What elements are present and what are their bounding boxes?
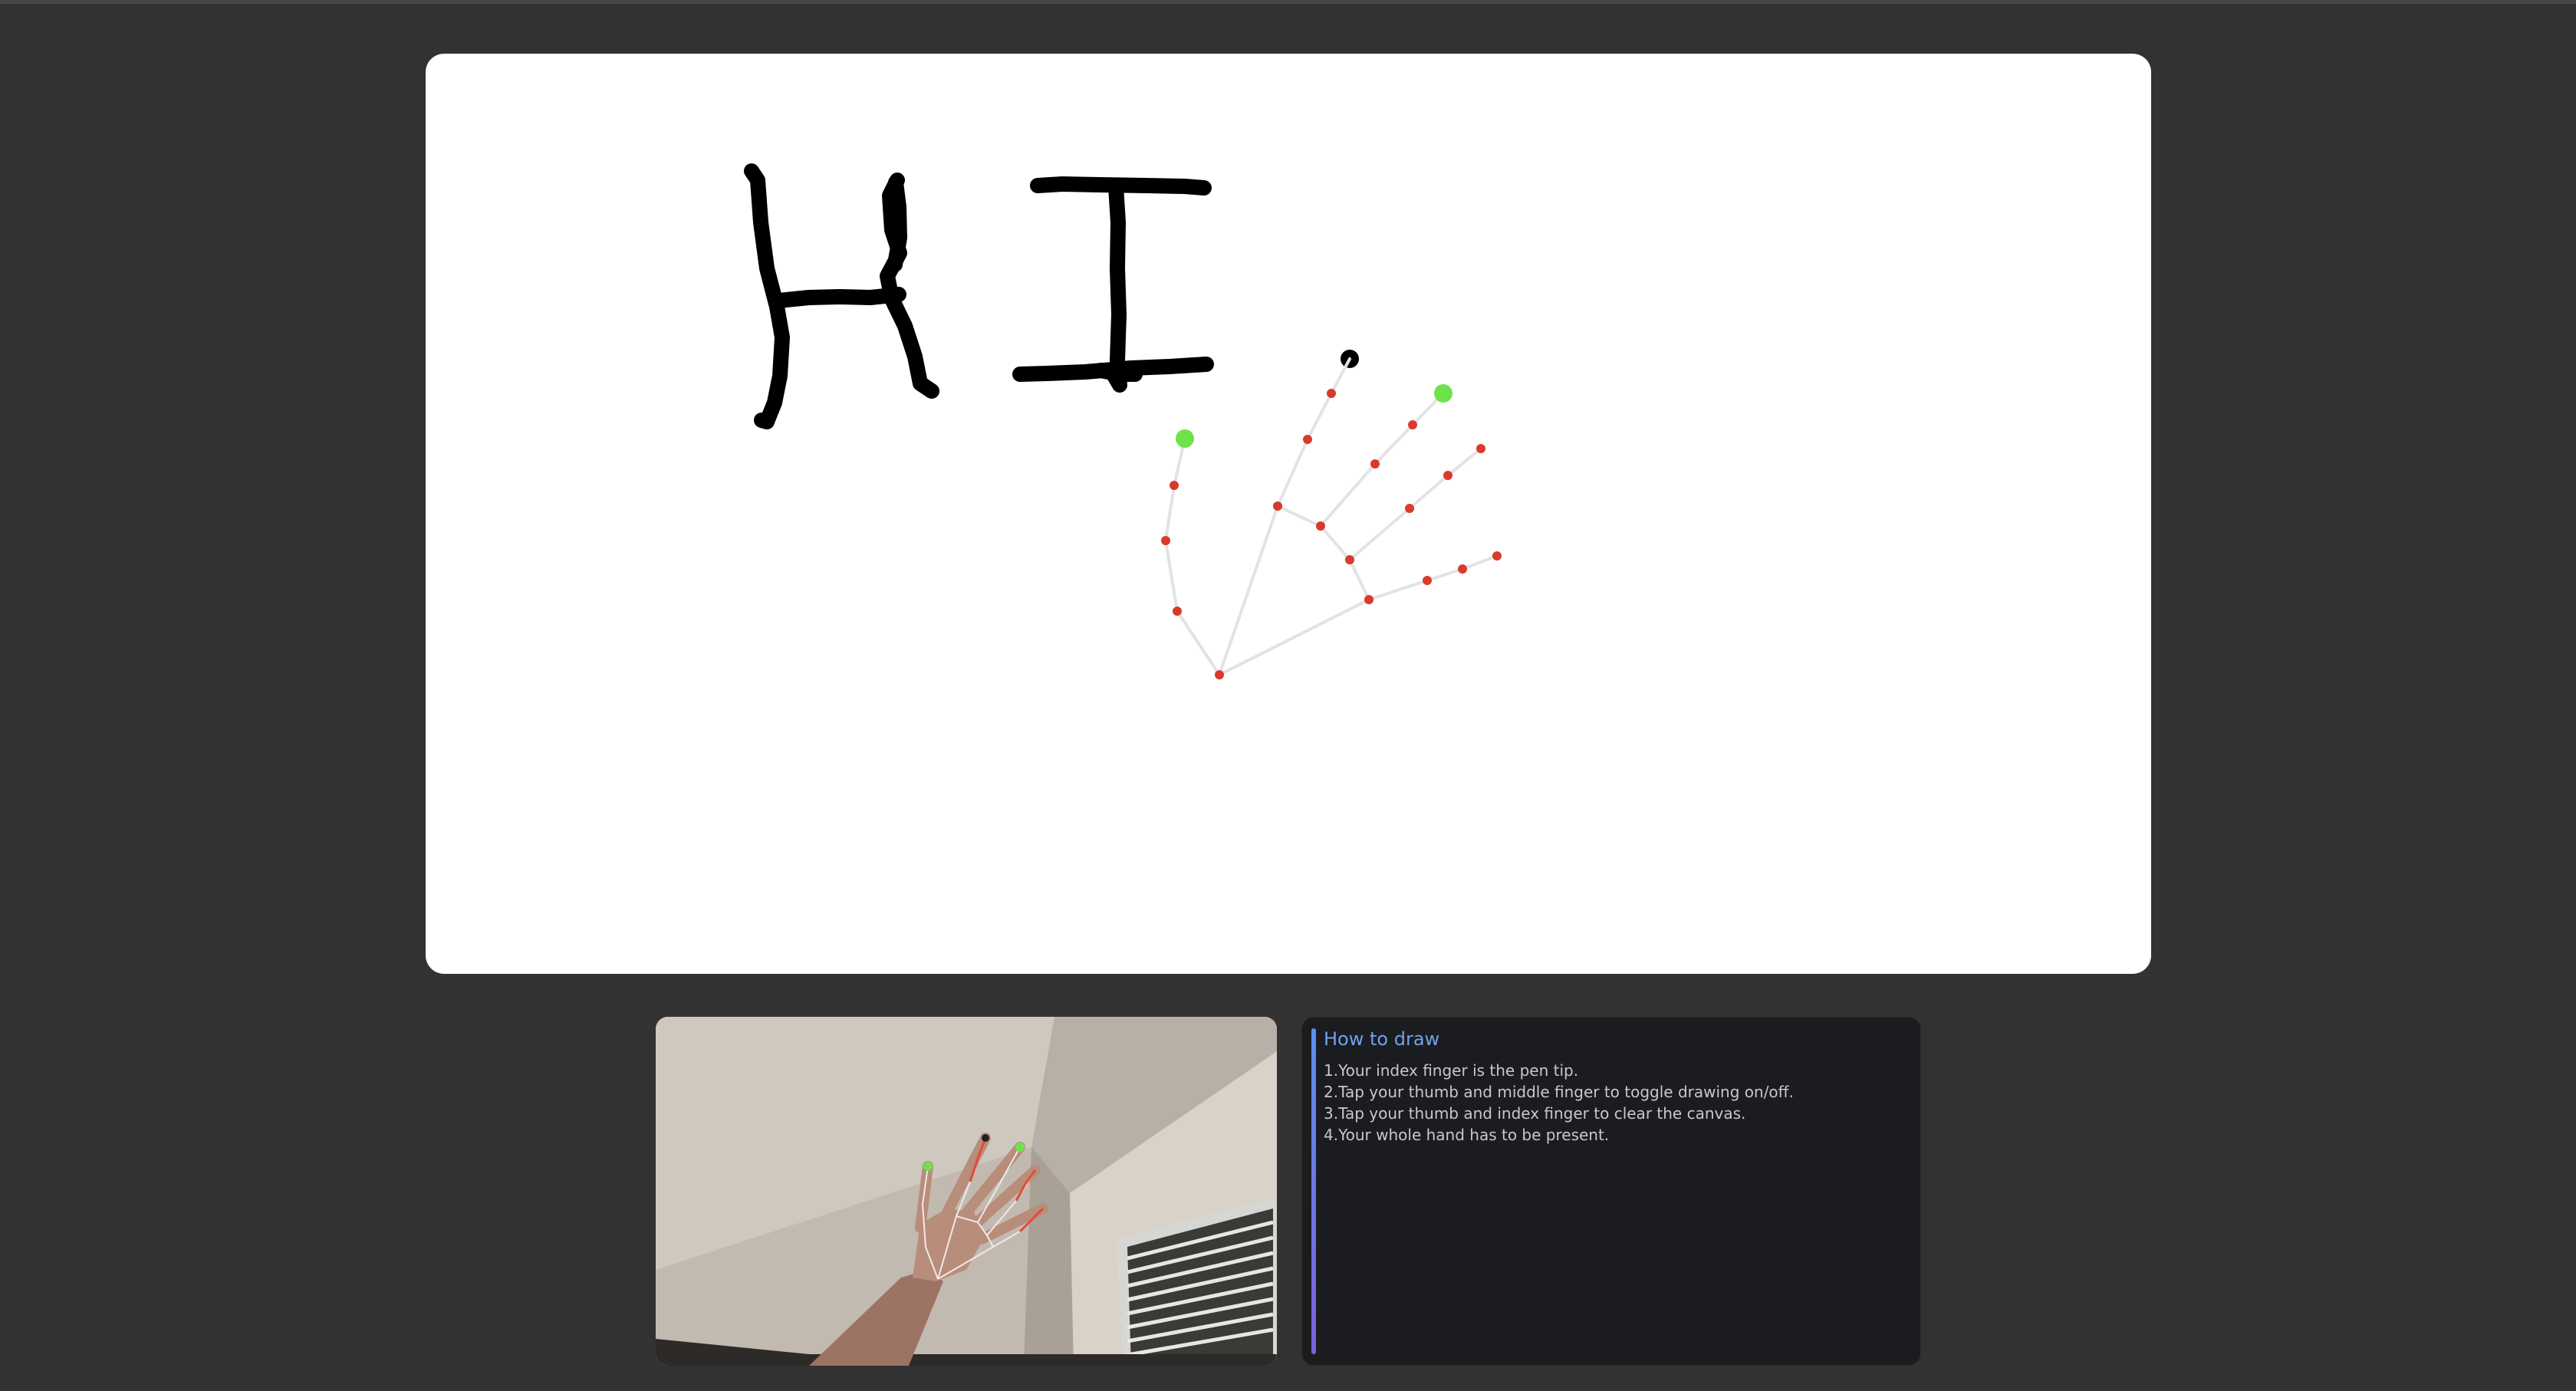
landmark-thumb-2: [1161, 536, 1170, 545]
landmark-thumb-1: [1173, 607, 1182, 616]
landmark-middle-2: [1370, 459, 1380, 469]
drawn-strokes: [744, 163, 1214, 429]
landmark-index-2: [1303, 435, 1312, 444]
webcam-index-marker: [982, 1134, 989, 1142]
landmark-ring-1: [1345, 555, 1354, 564]
instructions-panel: How to draw 1.Your index finger is the p…: [1301, 1017, 1921, 1366]
landmark-index-1: [1273, 501, 1282, 511]
landmark-middle-1: [1316, 521, 1325, 531]
landmark-ring-2: [1405, 504, 1414, 513]
landmark-index-3: [1327, 389, 1336, 398]
landmark-wrist: [1215, 670, 1224, 679]
stroke-h-bar: [771, 287, 906, 308]
window-top-edge: [0, 0, 2576, 4]
instructions-list: 1.Your index finger is the pen tip. 2.Ta…: [1324, 1060, 1794, 1146]
webcam-image: [656, 1017, 1277, 1366]
instructions-accent-bar: [1311, 1028, 1316, 1354]
webcam-thumb-marker: [923, 1162, 933, 1171]
hand-skeleton: [1163, 357, 1499, 676]
instruction-item: 1.Your index finger is the pen tip.: [1324, 1061, 1579, 1080]
webcam-feed: [656, 1017, 1277, 1366]
instruction-item: 4.Your whole hand has to be present.: [1324, 1126, 1610, 1144]
canvas-surface[interactable]: [426, 54, 2151, 974]
drawing-canvas[interactable]: [426, 54, 2151, 974]
stroke-h-right-2: [887, 175, 907, 272]
landmark-pinky-1: [1364, 595, 1374, 604]
instruction-item: 2.Tap your thumb and middle finger to to…: [1324, 1083, 1794, 1101]
landmark-thumb-3: [1170, 481, 1179, 490]
thumb-tip-marker: [1176, 429, 1194, 448]
landmark-pinky-4: [1492, 551, 1502, 561]
landmark-middle-3: [1408, 420, 1417, 429]
landmark-pinky-2: [1423, 576, 1432, 585]
landmark-pinky-3: [1458, 564, 1467, 574]
stroke-i-stem: [1107, 179, 1127, 393]
stroke-i-bottom-2: [1093, 363, 1143, 382]
instructions-title: How to draw: [1324, 1028, 1440, 1050]
webcam-middle-marker: [1015, 1143, 1025, 1152]
hand-landmarks: [1161, 389, 1502, 679]
middle-tip-marker: [1434, 384, 1452, 403]
landmark-ring-4: [1476, 444, 1485, 453]
landmark-ring-3: [1443, 471, 1452, 480]
instruction-item: 3.Tap your thumb and index finger to cle…: [1324, 1104, 1746, 1123]
